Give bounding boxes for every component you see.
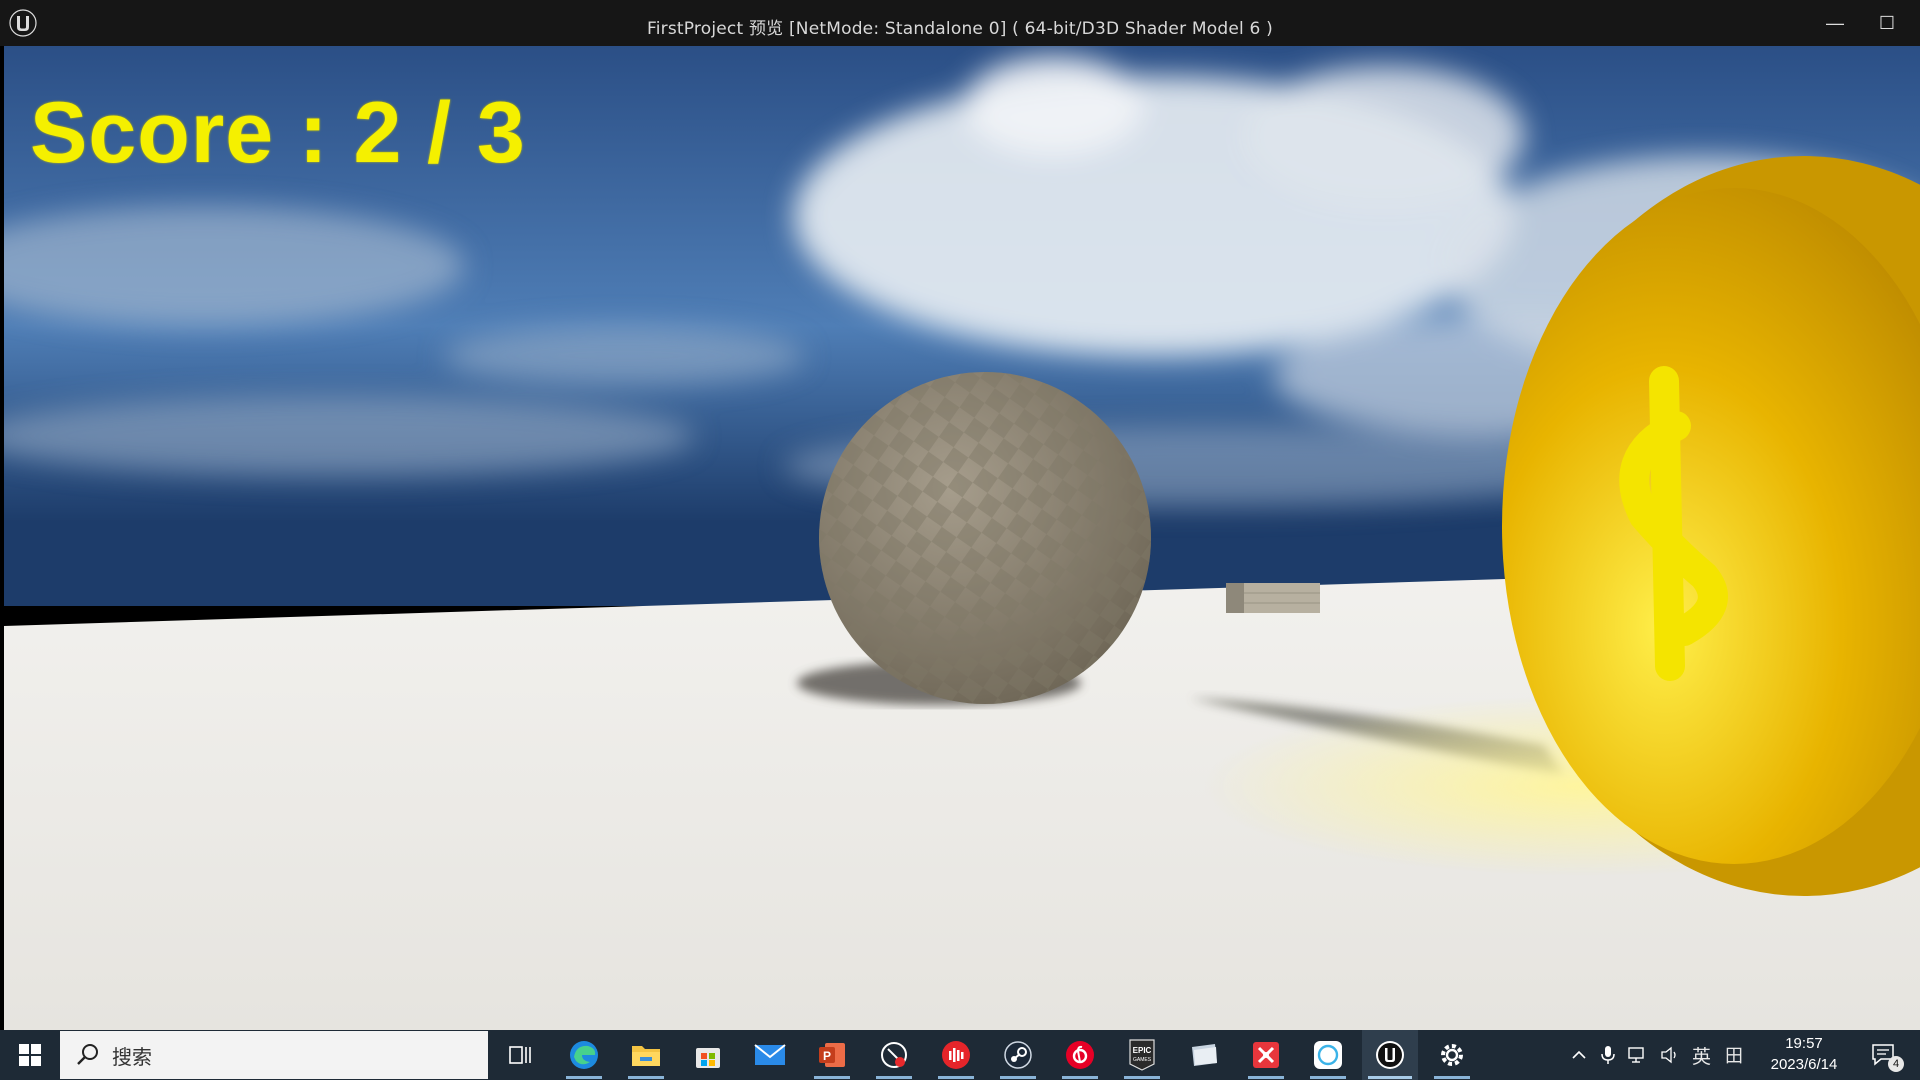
taskbar-screen-recorder[interactable] (866, 1030, 922, 1080)
running-indicator (814, 1076, 850, 1079)
running-indicator (628, 1076, 664, 1079)
chevron-up-icon[interactable] (1570, 1046, 1588, 1064)
taskbar-powerpoint[interactable]: P (804, 1030, 860, 1080)
clock-time: 19:57 (1785, 1035, 1823, 1052)
brick-wall (1226, 583, 1320, 613)
audio-app-icon (942, 1041, 970, 1069)
task-view-button[interactable] (492, 1030, 548, 1080)
file-explorer-icon (632, 1046, 660, 1066)
window-titlebar: FirstProject 预览 [NetMode: Standalone 0] … (0, 0, 1920, 46)
epic-games-icon: EPIC GAMES (1129, 1039, 1155, 1071)
window-title: FirstProject 预览 [NetMode: Standalone 0] … (647, 19, 1273, 39)
taskbar-store[interactable] (680, 1030, 736, 1080)
taskbar-edge[interactable] (556, 1030, 612, 1080)
volume-icon[interactable] (1660, 1045, 1682, 1065)
search-placeholder: 搜索 (112, 1044, 152, 1069)
svg-text:GAMES: GAMES (1133, 1057, 1152, 1063)
taskbar-search-box[interactable]: 搜索 (60, 1031, 488, 1079)
taskbar-epic-games[interactable]: EPIC GAMES (1114, 1030, 1170, 1080)
taskbar-clock[interactable]: 19:57 2023/6/14 (1752, 1033, 1856, 1075)
taskbar-folder-app[interactable] (1176, 1030, 1232, 1080)
taskbar-settings[interactable] (1424, 1030, 1480, 1080)
running-indicator (1124, 1076, 1160, 1079)
game-scene (4, 46, 1920, 1030)
running-indicator (1062, 1076, 1098, 1079)
running-indicator (1434, 1076, 1470, 1079)
taskbar-messenger[interactable] (1300, 1030, 1356, 1080)
system-tray: 英 田 (1570, 1030, 1743, 1080)
notification-center-button[interactable]: 4 (1856, 1030, 1912, 1080)
game-viewport[interactable]: Score : 2 / 3 (4, 46, 1920, 1030)
task-view-icon (509, 1046, 531, 1064)
screen-recorder-icon (881, 1042, 907, 1068)
microsoft-store-icon (696, 1048, 720, 1068)
edge-icon (570, 1041, 598, 1069)
player-ball (819, 372, 1151, 704)
start-button[interactable] (0, 1030, 60, 1080)
running-indicator (1248, 1076, 1284, 1079)
taskbar-steam[interactable] (990, 1030, 1046, 1080)
ime-language-indicator[interactable]: 英 (1692, 1042, 1711, 1069)
clock-date: 2023/6/14 (1770, 1056, 1838, 1073)
svg-text:P: P (823, 1049, 831, 1063)
ime-layout-indicator[interactable]: 田 (1725, 1042, 1743, 1068)
steam-icon (1004, 1041, 1032, 1069)
running-indicator (1310, 1076, 1346, 1079)
taskbar-audio-app[interactable] (928, 1030, 984, 1080)
windows-logo-icon (19, 1044, 41, 1066)
messenger-icon (1314, 1041, 1342, 1069)
taskbar-file-explorer[interactable] (618, 1030, 674, 1080)
mail-icon (754, 1044, 786, 1065)
xmind-icon (1253, 1042, 1279, 1068)
running-indicator (566, 1076, 602, 1079)
folder-app-icon (1192, 1044, 1217, 1066)
netease-music-icon (1066, 1041, 1094, 1069)
settings-icon (1441, 1044, 1463, 1066)
taskbar-netease-music[interactable] (1052, 1030, 1108, 1080)
taskbar-unreal-engine[interactable] (1362, 1030, 1418, 1080)
network-icon[interactable] (1628, 1045, 1650, 1065)
taskbar-xmind[interactable] (1238, 1030, 1294, 1080)
svg-text:EPIC: EPIC (1133, 1046, 1152, 1055)
minimize-button[interactable]: — (1812, 0, 1858, 46)
running-indicator (938, 1076, 974, 1079)
unreal-engine-icon (1376, 1041, 1404, 1069)
powerpoint-icon: P (819, 1043, 845, 1067)
running-indicator (1000, 1076, 1036, 1079)
microphone-icon[interactable] (1600, 1044, 1616, 1066)
running-indicator (876, 1076, 912, 1079)
notification-count-badge: 4 (1888, 1056, 1904, 1072)
maximize-button[interactable]: ☐ (1864, 0, 1910, 46)
running-indicator (1368, 1076, 1412, 1079)
search-icon (77, 1044, 98, 1065)
taskbar-mail[interactable] (742, 1030, 798, 1080)
score-counter: Score : 2 / 3 (30, 85, 526, 181)
